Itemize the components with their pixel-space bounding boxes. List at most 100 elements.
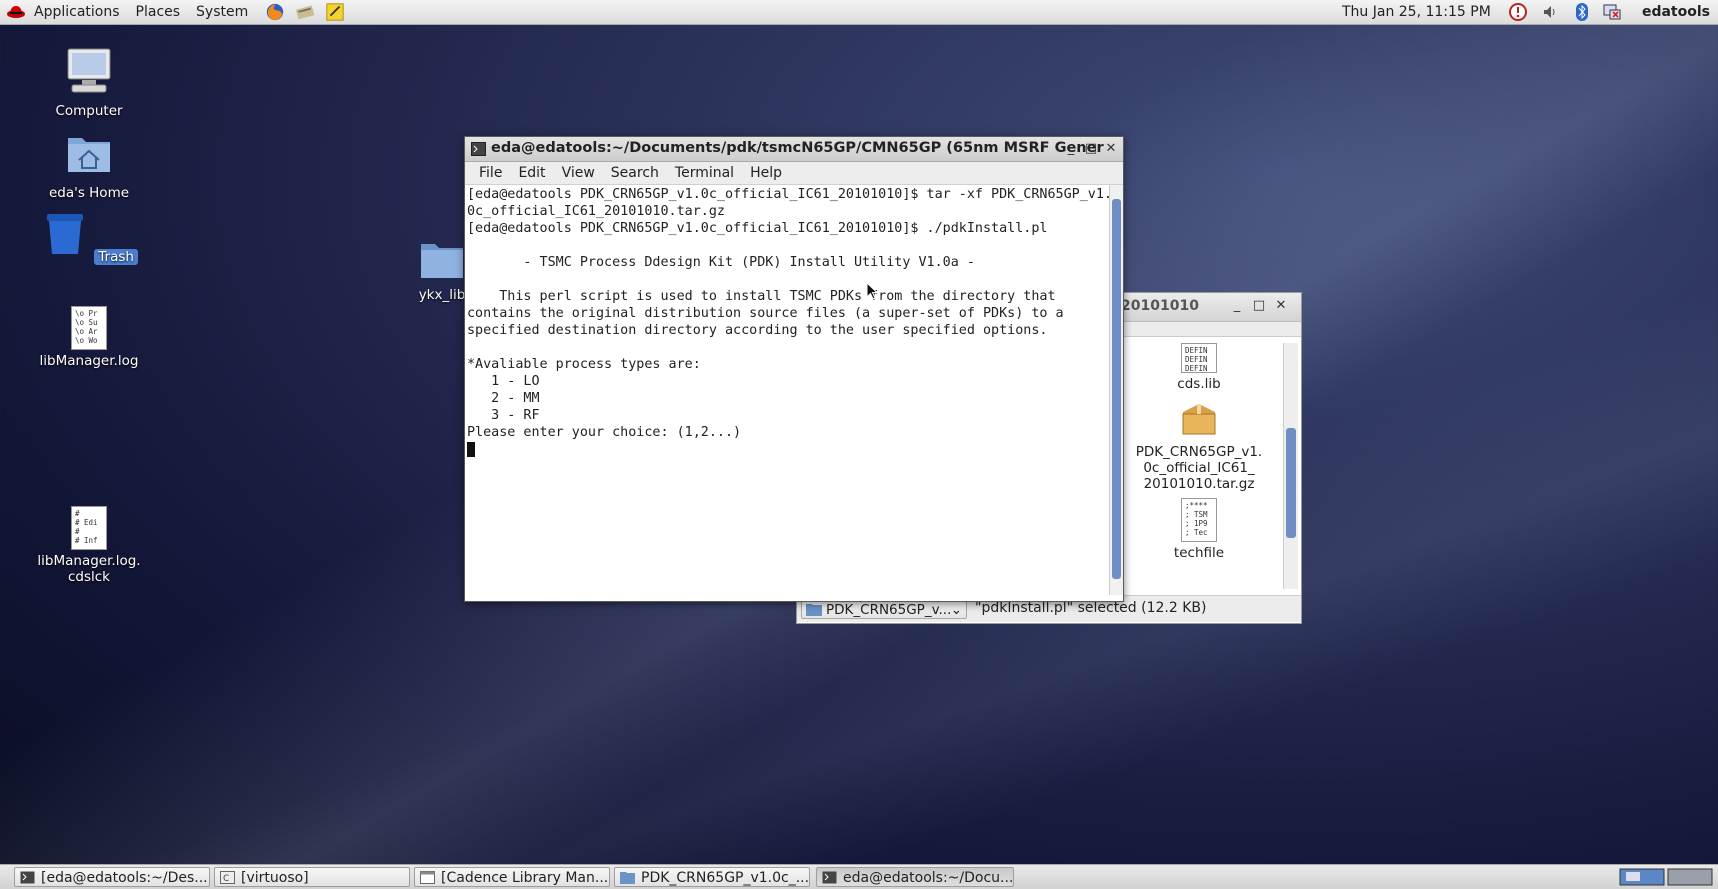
close-button[interactable]: ✕ bbox=[1103, 141, 1119, 157]
text-file-icon: ;**** ; TSM ; 1P9 ; Tec bbox=[1181, 498, 1217, 542]
terminal-title: eda@edatools:~/Documents/pdk/tsmcN65GP/C… bbox=[491, 140, 1104, 156]
desktop-icon-computer[interactable]: Computer bbox=[34, 46, 144, 119]
file-manager-title: 20101010 bbox=[1121, 298, 1199, 314]
task-label: [Cadence Library Man... bbox=[441, 870, 609, 886]
maximize-button[interactable]: □ bbox=[1251, 298, 1267, 314]
menu-terminal[interactable]: Terminal bbox=[667, 165, 742, 181]
terminal-line: [eda@edatools PDK_CRN65GP_v1.0c_official… bbox=[467, 187, 1109, 202]
archive-icon bbox=[1182, 404, 1216, 435]
notes-launcher-icon[interactable] bbox=[324, 2, 346, 22]
text-editor-launcher-icon[interactable] bbox=[294, 2, 316, 22]
terminal-window[interactable]: eda@edatools:~/Documents/pdk/tsmcN65GP/C… bbox=[464, 136, 1124, 602]
terminal-line: contains the original distribution sourc… bbox=[467, 306, 1064, 321]
user-menu[interactable]: edatools bbox=[1642, 0, 1710, 24]
selection-status: "pdkInstall.pl" selected (12.2 KB) bbox=[975, 600, 1207, 616]
network-icon[interactable] bbox=[1602, 2, 1622, 22]
task-terminal-documents[interactable]: eda@edatools:~/Docu... bbox=[816, 867, 1014, 887]
chevron-down-icon: ⌄ bbox=[950, 602, 962, 618]
desktop-icon-libmanager-cdslck[interactable]: # # Edi # # Inf libManager.log. cdslck bbox=[34, 506, 144, 585]
scrollbar-thumb[interactable] bbox=[1112, 199, 1121, 579]
applications-menu[interactable]: Applications bbox=[26, 0, 128, 24]
menu-help[interactable]: Help bbox=[742, 165, 790, 181]
desktop-label-cdslck-line2: cdslck bbox=[67, 569, 111, 585]
mouse-pointer-icon bbox=[866, 282, 878, 300]
computer-icon bbox=[67, 48, 111, 93]
workspace-switcher[interactable] bbox=[1618, 868, 1714, 886]
text-file-icon: DEFIN DEFIN DEFIN bbox=[1181, 343, 1217, 373]
terminal-icon bbox=[822, 871, 837, 884]
file-label-tarball-line3: 20101010.tar.gz bbox=[1143, 476, 1255, 492]
menu-search[interactable]: Search bbox=[603, 165, 667, 181]
file-label-techfile: techfile bbox=[1173, 545, 1225, 561]
terminal-line: [eda@edatools PDK_CRN65GP_v1.0c_official… bbox=[467, 221, 1048, 236]
desktop-label-cdslck-line1: libManager.log. bbox=[37, 553, 141, 569]
task-label: PDK_CRN65GP_v1.0c_... bbox=[641, 870, 810, 886]
home-folder-icon bbox=[68, 138, 110, 172]
terminal-line: This perl script is used to install TSMC… bbox=[467, 289, 1056, 304]
system-menu[interactable]: System bbox=[188, 0, 256, 24]
desktop-label-home: eda's Home bbox=[48, 185, 130, 201]
task-virtuoso[interactable]: C [virtuoso] bbox=[214, 867, 410, 887]
maximize-button[interactable]: □ bbox=[1083, 141, 1099, 157]
close-button[interactable]: ✕ bbox=[1273, 298, 1289, 314]
top-panel: Applications Places System Thu Jan 25, 1… bbox=[0, 0, 1718, 25]
task-label: eda@edatools:~/Docu... bbox=[843, 870, 1014, 886]
firefox-launcher-icon[interactable] bbox=[264, 2, 286, 22]
folder-icon bbox=[421, 244, 463, 278]
terminal-scrollbar[interactable] bbox=[1109, 185, 1123, 595]
task-label: [virtuoso] bbox=[241, 870, 309, 886]
redhat-logo-icon[interactable] bbox=[6, 4, 26, 20]
window-icon bbox=[420, 871, 435, 884]
file-item-tarball[interactable]: PDK_CRN65GP_v1. 0c_official_IC61_ 201010… bbox=[1124, 400, 1274, 492]
file-item-cds-lib[interactable]: DEFIN DEFIN DEFIN cds.lib bbox=[1124, 343, 1274, 392]
task-terminal-desktop[interactable]: [eda@edatools:~/Des... bbox=[14, 867, 210, 887]
menu-view[interactable]: View bbox=[554, 165, 603, 181]
desktop-icon-trash[interactable]: Trash bbox=[34, 208, 144, 265]
terminal-icon bbox=[20, 871, 35, 884]
menu-file[interactable]: File bbox=[471, 165, 510, 181]
terminal-line: *Avaliable process types are: bbox=[467, 357, 701, 372]
terminal-line: specified destination directory accordin… bbox=[467, 323, 1048, 338]
bluetooth-icon[interactable] bbox=[1572, 2, 1592, 22]
text-cursor bbox=[467, 441, 475, 457]
terminal-cursor-line bbox=[467, 441, 1109, 458]
file-manager-icon-view[interactable]: DEFIN DEFIN DEFIN cds.lib PDK_CRN65GP_v1… bbox=[1117, 343, 1281, 589]
file-label-tarball-line2: 0c_official_IC61_ bbox=[1143, 460, 1255, 476]
terminal-menubar: File Edit View Search Terminal Help bbox=[465, 162, 1123, 185]
file-item-techfile[interactable]: ;**** ; TSM ; 1P9 ; Tec techfile bbox=[1124, 498, 1274, 561]
terminal-icon bbox=[471, 142, 486, 156]
desktop-icon-libmanager-log[interactable]: \o Pr \o Su \o Ar \o Wo libManager.log bbox=[34, 306, 144, 369]
update-notifier-icon[interactable] bbox=[1508, 2, 1528, 22]
file-label-tarball-line1: PDK_CRN65GP_v1. bbox=[1135, 444, 1263, 460]
terminal-titlebar[interactable]: eda@edatools:~/Documents/pdk/tsmcN65GP/C… bbox=[465, 137, 1123, 162]
virtuoso-icon: C bbox=[220, 871, 235, 884]
desktop-label-libmanager-log: libManager.log bbox=[39, 353, 139, 369]
desktop-label-computer: Computer bbox=[55, 103, 123, 119]
desktop-label-trash: Trash bbox=[94, 249, 138, 265]
terminal-output[interactable]: [eda@edatools PDK_CRN65GP_v1.0c_official… bbox=[467, 186, 1109, 594]
desktop-icon-home[interactable]: eda's Home bbox=[34, 128, 144, 201]
terminal-line: 1 - LO bbox=[467, 374, 540, 389]
menu-edit[interactable]: Edit bbox=[510, 165, 553, 181]
task-file-manager[interactable]: PDK_CRN65GP_v1.0c_... bbox=[614, 867, 810, 887]
minimize-button[interactable]: _ bbox=[1063, 141, 1079, 157]
minimize-button[interactable]: _ bbox=[1229, 298, 1245, 314]
trash-icon bbox=[47, 214, 83, 254]
task-cadence-library-manager[interactable]: [Cadence Library Man... bbox=[414, 867, 610, 887]
volume-icon[interactable] bbox=[1540, 2, 1560, 22]
scrollbar-thumb[interactable] bbox=[1286, 428, 1296, 538]
task-label: [eda@edatools:~/Des... bbox=[41, 870, 208, 886]
file-manager-scrollbar[interactable] bbox=[1283, 343, 1298, 589]
text-file-icon: \o Pr \o Su \o Ar \o Wo bbox=[71, 306, 107, 350]
location-label: PDK_CRN65GP_v... bbox=[826, 602, 952, 618]
clock[interactable]: Thu Jan 25, 11:15 PM bbox=[1342, 0, 1491, 24]
location-dropdown[interactable]: PDK_CRN65GP_v... ⌄ bbox=[801, 599, 967, 619]
terminal-line: 0c_official_IC61_20101010.tar.gz bbox=[467, 204, 725, 219]
terminal-line: 3 - RF bbox=[467, 408, 540, 423]
svg-text:C: C bbox=[223, 874, 229, 884]
text-file-icon: # # Edi # # Inf bbox=[71, 506, 107, 550]
places-menu[interactable]: Places bbox=[128, 0, 189, 24]
